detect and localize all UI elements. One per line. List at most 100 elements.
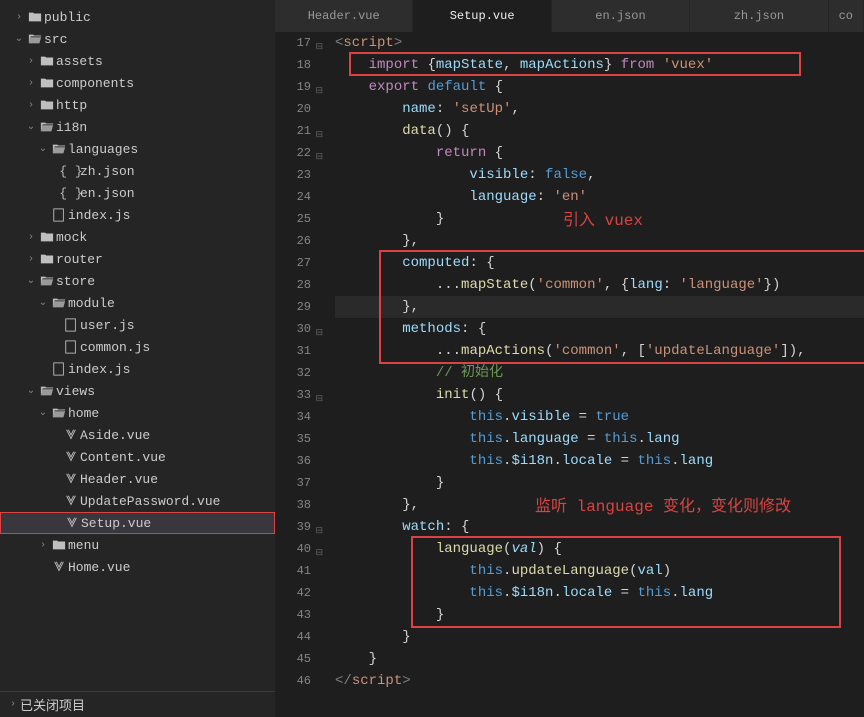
vue-icon [50,560,68,574]
file-item-index.js[interactable]: index.js [0,204,275,226]
file-item-common.js[interactable]: common.js [0,336,275,358]
closed-projects-label: 已关闭项目 [20,695,85,714]
editor-tab-Setup.vue[interactable]: Setup.vue [413,0,551,32]
folder-item-module[interactable]: ⌄module [0,292,275,314]
fold-icon[interactable]: ⊟ [315,36,323,58]
fold-icon[interactable]: ⊟ [315,322,323,344]
tree-item-label: http [56,98,87,113]
code-line[interactable]: } [335,604,864,626]
folder-item-menu[interactable]: ›menu [0,534,275,556]
code-line[interactable]: this.language = this.lang [335,428,864,450]
file-item-Header.vue[interactable]: Header.vue [0,468,275,490]
braces-icon: { } [62,186,80,201]
editor-tab-Header.vue[interactable]: Header.vue [275,0,413,32]
code-line[interactable]: }, [335,494,864,516]
file-item-zh.json[interactable]: { }zh.json [0,160,275,182]
code-line[interactable]: }, [335,230,864,252]
code-line[interactable]: return { [335,142,864,164]
folder-item-assets[interactable]: ›assets [0,50,275,72]
folder-item-store[interactable]: ⌄store [0,270,275,292]
code-area[interactable]: 17⊟1819⊟2021⊟22⊟2324252627282930⊟313233⊟… [275,32,864,717]
line-number: 41 [275,560,311,582]
code-line[interactable]: import {mapState, mapActions} from 'vuex… [335,54,864,76]
file-item-Setup.vue[interactable]: Setup.vue [0,512,275,534]
closed-projects-section[interactable]: › 已关闭项目 [0,691,275,717]
file-explorer-sidebar: ›public⌄src›assets›components›http⌄i18n⌄… [0,0,275,717]
code-line[interactable]: // 初始化 [335,362,864,384]
tree-item-label: index.js [68,362,130,377]
vue-icon [63,516,81,530]
file-item-UpdatePassword.vue[interactable]: UpdatePassword.vue [0,490,275,512]
fold-icon[interactable]: ⊟ [315,388,323,410]
folder-item-http[interactable]: › http [0,94,275,116]
tab-label: Setup.vue [450,9,515,23]
line-number: 24 [275,186,311,208]
folder-icon [38,274,56,288]
code-line[interactable]: } [335,472,864,494]
code-line[interactable]: export default { [335,76,864,98]
line-number: 46 [275,670,311,692]
fold-icon[interactable]: ⊟ [315,520,323,542]
code-line[interactable]: data() { [335,120,864,142]
folder-item-components[interactable]: ›components [0,72,275,94]
tree-item-label: public [44,10,91,25]
code-line[interactable]: this.updateLanguage(val) [335,560,864,582]
code-line[interactable]: watch: { [335,516,864,538]
editor-tabs: Header.vue Setup.vue en.jsonzh.jsonco [275,0,864,32]
folder-item-src[interactable]: ⌄src [0,28,275,50]
folder-item-views[interactable]: ⌄views [0,380,275,402]
code-line[interactable]: } [335,208,864,230]
fold-icon[interactable]: ⊟ [315,80,323,102]
folder-item-home[interactable]: ⌄home [0,402,275,424]
code-line[interactable]: this.$i18n.locale = this.lang [335,450,864,472]
folder-item-i18n[interactable]: ⌄i18n [0,116,275,138]
code-line[interactable]: ...mapState('common', {lang: 'language'}… [335,274,864,296]
fold-icon[interactable]: ⊟ [315,542,323,564]
code-line[interactable]: language(val) { [335,538,864,560]
line-number: 42 [275,582,311,604]
file-item-en.json[interactable]: { }en.json [0,182,275,204]
folder-item-mock[interactable]: ›mock [0,226,275,248]
code-line[interactable]: } [335,648,864,670]
code-line[interactable]: </script> [335,670,864,692]
js-icon [62,318,80,332]
code-line[interactable]: this.visible = true [335,406,864,428]
code-line[interactable]: this.$i18n.locale = this.lang [335,582,864,604]
editor-tab-co[interactable]: co [829,0,864,32]
code-line[interactable]: }, [335,296,864,318]
code-line[interactable]: } [335,626,864,648]
chevron-right-icon: › [6,699,20,710]
folder-item-router[interactable]: ›router [0,248,275,270]
fold-icon[interactable]: ⊟ [315,124,323,146]
chevron-right-icon: › [24,100,38,111]
file-tree[interactable]: ›public⌄src›assets›components›http⌄i18n⌄… [0,0,275,691]
line-gutter: 17⊟1819⊟2021⊟22⊟2324252627282930⊟313233⊟… [275,32,323,717]
file-item-Aside.vue[interactable]: Aside.vue [0,424,275,446]
code-lines[interactable]: 引入 vuex 监听 language 变化，变化则修改 <script> im… [323,32,864,717]
line-number: 40⊟ [275,538,311,560]
code-line[interactable]: ...mapActions('common', ['updateLanguage… [335,340,864,362]
code-line[interactable]: init() { [335,384,864,406]
code-line[interactable]: <script> [335,32,864,54]
file-item-user.js[interactable]: user.js [0,314,275,336]
file-item-index.js[interactable]: index.js [0,358,275,380]
editor-tab-zh.json[interactable]: zh.json [690,0,828,32]
file-item-Home.vue[interactable]: Home.vue [0,556,275,578]
code-line[interactable]: computed: { [335,252,864,274]
vue-icon [62,494,80,508]
folder-item-languages[interactable]: ⌄languages [0,138,275,160]
fold-icon[interactable]: ⊟ [315,146,323,168]
folder-item-public[interactable]: ›public [0,6,275,28]
folder-icon [38,54,56,68]
code-line[interactable]: methods: { [335,318,864,340]
tree-item-label: user.js [80,318,135,333]
tree-item-label: Aside.vue [80,428,150,443]
code-line[interactable]: visible: false, [335,164,864,186]
code-line[interactable]: language: 'en' [335,186,864,208]
js-icon [62,340,80,354]
code-line[interactable]: name: 'setUp', [335,98,864,120]
js-icon [50,208,68,222]
js-icon [50,362,68,376]
file-item-Content.vue[interactable]: Content.vue [0,446,275,468]
editor-tab-en.json[interactable]: en.json [552,0,690,32]
